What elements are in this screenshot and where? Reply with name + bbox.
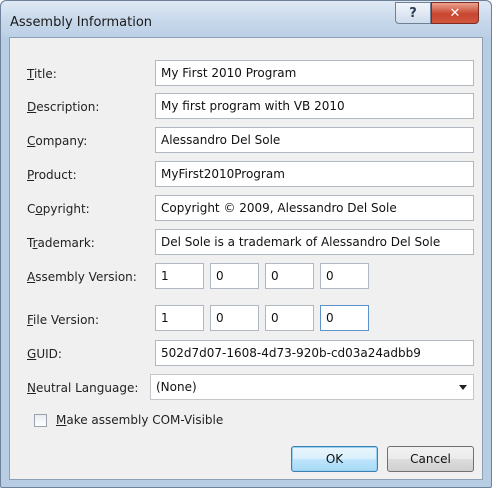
- assembly-version-revision[interactable]: 0: [320, 263, 369, 289]
- assembly-version-label: Assembly Version:: [27, 270, 137, 284]
- assembly-version-minor[interactable]: 0: [210, 263, 259, 289]
- title-field[interactable]: My First 2010 Program: [155, 60, 474, 86]
- file-version-revision[interactable]: 0: [320, 305, 369, 331]
- assembly-information-dialog: Assembly Information ? ✕ Title: My First…: [0, 0, 492, 488]
- product-label: Product:: [27, 168, 77, 182]
- neutral-language-select[interactable]: (None): [150, 374, 474, 400]
- file-version-minor[interactable]: 0: [210, 305, 259, 331]
- com-visible-label[interactable]: Make assembly COM-Visible: [56, 413, 223, 427]
- close-button[interactable]: ✕: [431, 2, 479, 24]
- product-field[interactable]: MyFirst2010Program: [155, 161, 474, 187]
- description-field[interactable]: My first program with VB 2010: [155, 93, 474, 119]
- title-label: Title:: [27, 67, 57, 81]
- copyright-label: Copyright:: [27, 202, 90, 216]
- close-icon: ✕: [449, 5, 461, 21]
- file-version-label: File Version:: [27, 313, 100, 327]
- assembly-version-build[interactable]: 0: [265, 263, 314, 289]
- file-version-build[interactable]: 0: [265, 305, 314, 331]
- help-icon: ?: [409, 5, 417, 21]
- copyright-field[interactable]: Copyright © 2009, Alessandro Del Sole: [155, 195, 474, 221]
- assembly-version-major[interactable]: 1: [155, 263, 204, 289]
- guid-field[interactable]: 502d7d07-1608-4d73-920b-cd03a24adbb9: [155, 340, 474, 366]
- trademark-field[interactable]: Del Sole is a trademark of Alessandro De…: [155, 229, 474, 255]
- guid-label: GUID:: [27, 347, 62, 361]
- dropdown-arrow-icon: [459, 385, 467, 390]
- company-label: Company:: [27, 134, 88, 148]
- file-version-major[interactable]: 1: [155, 305, 204, 331]
- window-title: Assembly Information: [10, 15, 153, 30]
- dialog-body: Title: My First 2010 Program Description…: [9, 37, 483, 480]
- trademark-label: Trademark:: [27, 236, 95, 250]
- neutral-language-label: Neutral Language:: [27, 381, 139, 395]
- company-field[interactable]: Alessandro Del Sole: [155, 127, 474, 153]
- ok-button[interactable]: OK: [291, 446, 378, 472]
- title-bar[interactable]: Assembly Information ? ✕: [1, 1, 491, 37]
- com-visible-checkbox[interactable]: [34, 414, 47, 427]
- neutral-language-value: (None): [156, 380, 197, 394]
- description-label: Description:: [27, 100, 100, 114]
- help-button[interactable]: ?: [395, 2, 431, 24]
- cancel-button[interactable]: Cancel: [387, 446, 474, 472]
